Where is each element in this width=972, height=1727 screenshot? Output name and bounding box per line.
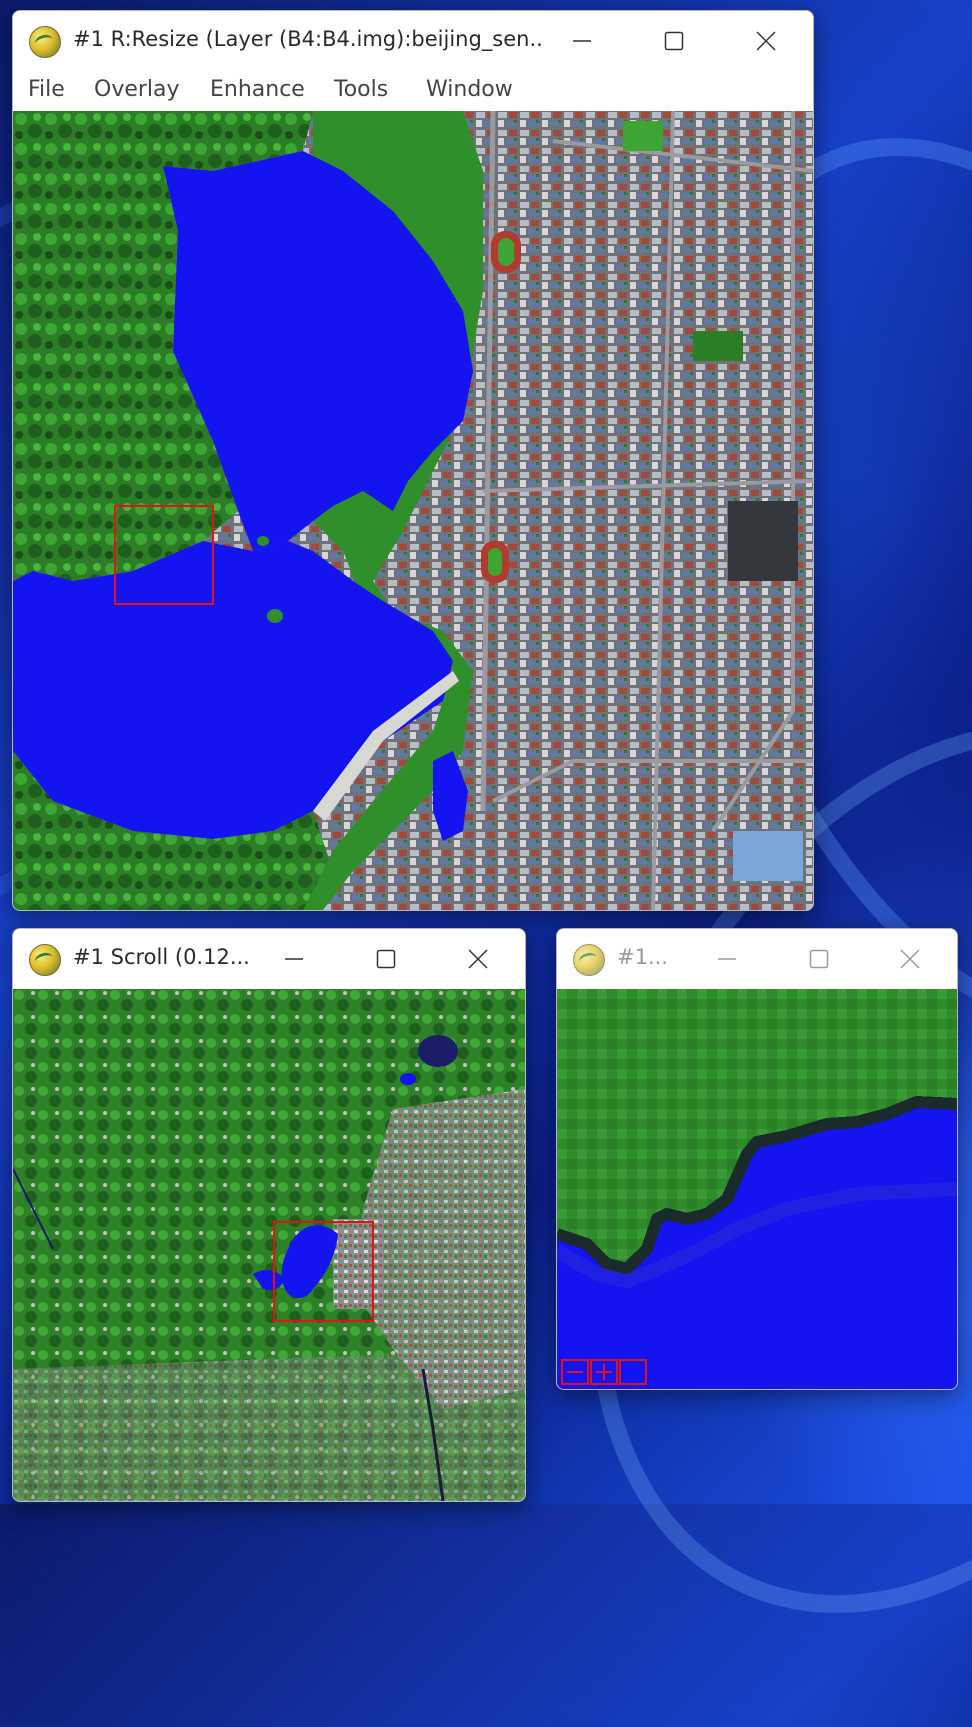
scroll-window-title: #1 Scroll (0.12...	[73, 945, 250, 969]
maximize-button[interactable]	[364, 941, 408, 977]
close-button[interactable]	[744, 23, 788, 59]
overview-image	[13, 989, 525, 1501]
maximize-icon	[376, 949, 396, 969]
envi-globe-icon	[573, 944, 605, 976]
close-button[interactable]	[888, 941, 932, 977]
image-window-title: #1 R:Resize (Layer (B4:B4.img):beijing_s…	[73, 27, 543, 51]
zoom-out-button[interactable]	[561, 1359, 589, 1385]
zoom-selection-box[interactable]	[114, 505, 214, 605]
envi-globe-icon	[29, 944, 61, 976]
maximize-button[interactable]	[797, 941, 841, 977]
menu-enhance[interactable]: Enhance	[210, 77, 305, 102]
image-window: #1 R:Resize (Layer (B4:B4.img):beijing_s…	[12, 10, 814, 911]
minimize-button[interactable]	[560, 23, 604, 59]
zoom-display[interactable]	[557, 989, 957, 1389]
scroll-window-titlebar[interactable]: #1 Scroll (0.12...	[13, 929, 525, 987]
zoom-out-icon	[567, 1371, 583, 1373]
scroll-display[interactable]	[13, 989, 525, 1501]
menu-tools[interactable]: Tools	[334, 77, 388, 102]
zoom-reset-icon	[621, 1361, 645, 1383]
menu-window[interactable]: Window	[426, 77, 513, 102]
close-icon	[756, 31, 776, 51]
minimize-button[interactable]	[272, 941, 316, 977]
zoom-in-button[interactable]	[590, 1359, 618, 1385]
image-extent-box[interactable]	[273, 1221, 374, 1322]
zoom-window-title: #1...	[617, 945, 668, 969]
zoom-window-titlebar[interactable]: #1...	[557, 929, 957, 987]
minimize-icon	[718, 958, 736, 960]
menu-overlay[interactable]: Overlay	[94, 77, 180, 102]
image-display[interactable]	[13, 111, 813, 910]
maximize-icon	[809, 949, 829, 969]
zoom-reset-button[interactable]	[619, 1359, 647, 1385]
minimize-icon	[573, 40, 591, 42]
minimize-icon	[285, 958, 303, 960]
zoomed-image	[557, 989, 957, 1389]
close-icon	[900, 949, 920, 969]
zoom-in-icon	[596, 1364, 612, 1380]
image-window-titlebar[interactable]: #1 R:Resize (Layer (B4:B4.img):beijing_s…	[13, 11, 813, 69]
scroll-window: #1 Scroll (0.12...	[12, 928, 526, 1502]
close-button[interactable]	[456, 941, 500, 977]
close-icon	[468, 949, 488, 969]
zoom-window: #1...	[556, 928, 958, 1390]
menu-file[interactable]: File	[28, 77, 65, 102]
maximize-icon	[664, 31, 684, 51]
envi-globe-icon	[29, 26, 61, 58]
minimize-button[interactable]	[705, 941, 749, 977]
maximize-button[interactable]	[652, 23, 696, 59]
